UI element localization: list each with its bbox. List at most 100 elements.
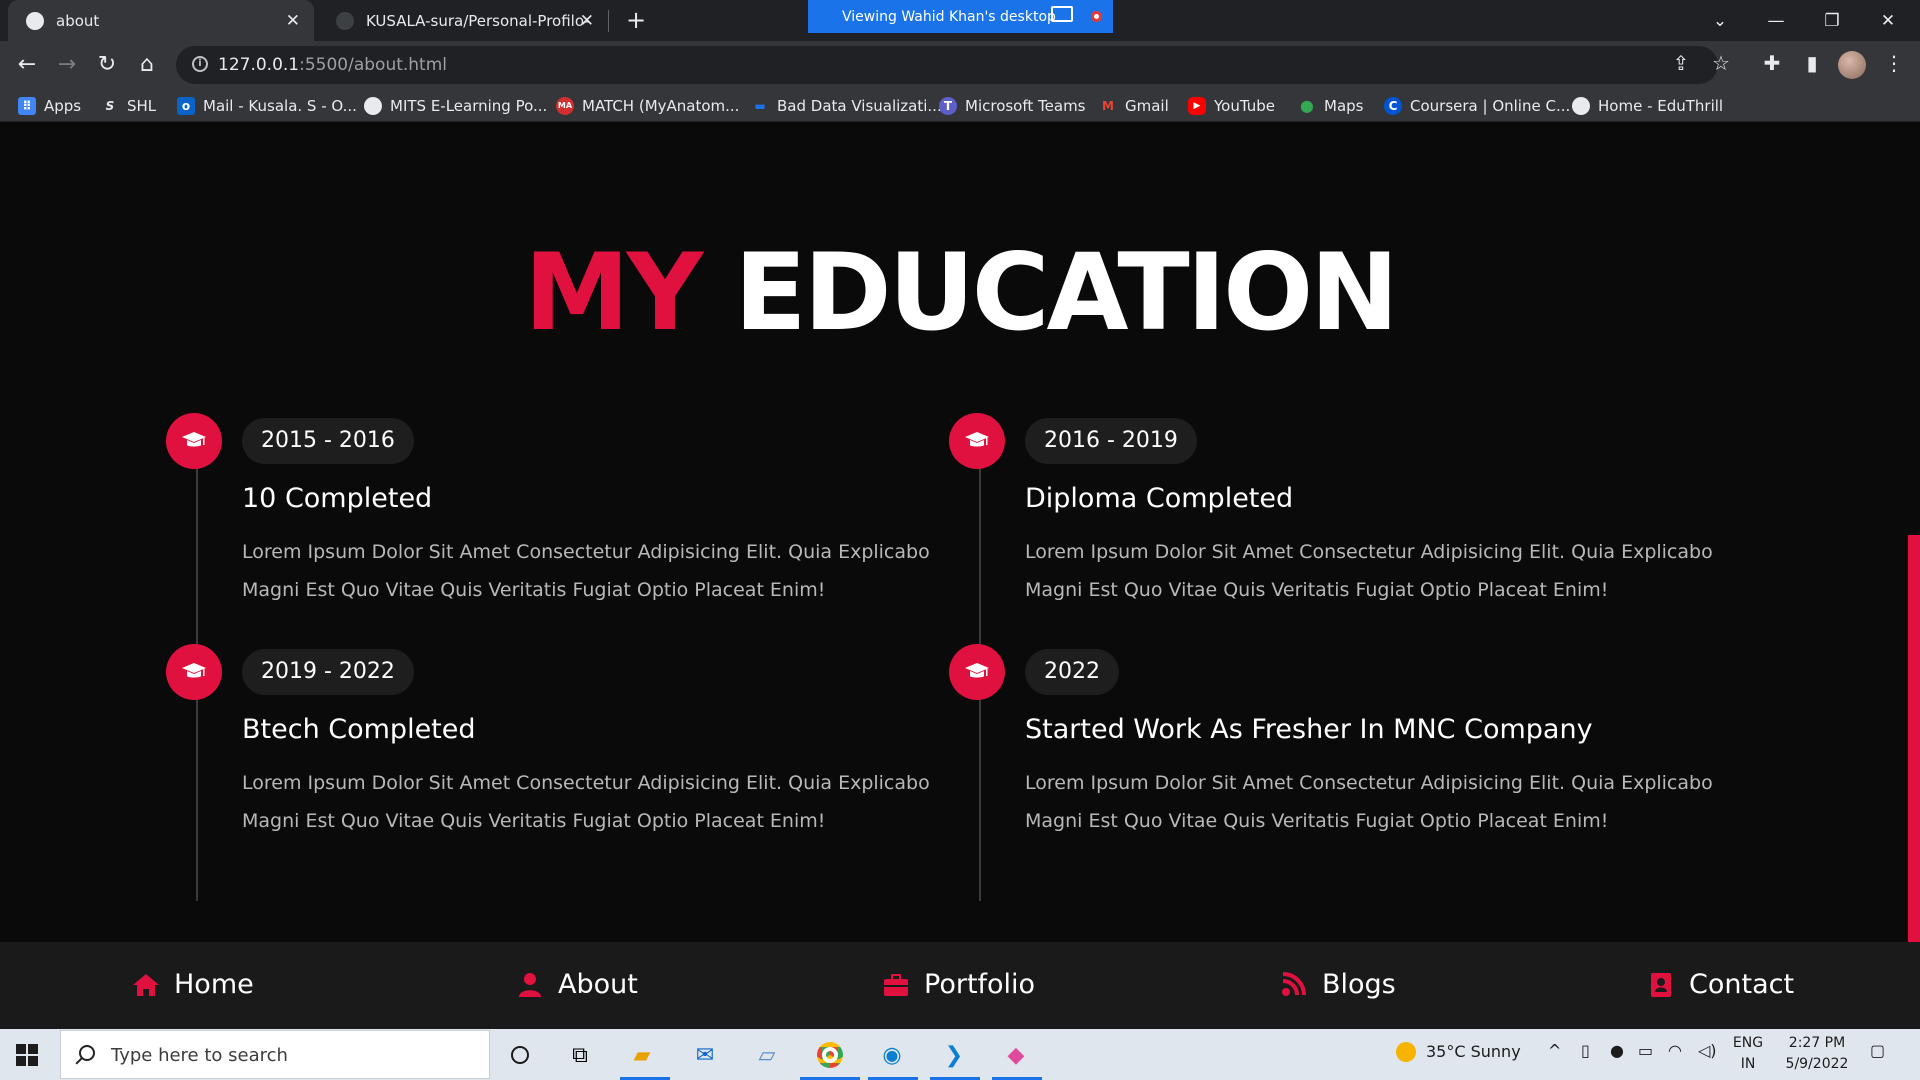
nav-blogs-link[interactable]: Blogs [1280,969,1396,1000]
nav-about-link[interactable]: About [516,969,638,1000]
cortana-icon[interactable] [498,1037,542,1073]
close-tab-icon[interactable]: ✕ [580,11,594,31]
chevron-up-icon[interactable]: ^ [1548,1041,1561,1060]
bookmark-eduthrill[interactable]: Home - EduThrill [1572,95,1723,117]
site-info-icon[interactable]: i [192,56,208,72]
volume-icon[interactable]: ◁) [1698,1041,1717,1060]
nav-contact-link[interactable]: Contact [1647,969,1794,1000]
file-explorer-icon[interactable]: ▰ [620,1037,664,1073]
bookmark-teams[interactable]: T Microsoft Teams [939,95,1086,117]
task-view-icon[interactable]: ⧉ [558,1037,602,1073]
close-window-button[interactable]: ✕ [1860,0,1916,41]
new-tab-button[interactable]: + [622,6,650,34]
tab-title: KUSALA-sura/Personal-Profilo-Fo [366,11,588,30]
education-item: 2015 - 2016 10 Completed Lorem Ipsum Dol… [166,413,930,644]
bookmarks-bar: ⠿ Apps S SHL o Mail - Kusala. S - O... MITS… [0,89,1920,122]
address-book-icon [1651,972,1671,997]
back-arrow-icon[interactable]: ← [13,51,41,79]
chrome-icon[interactable] [808,1037,852,1073]
extensions-puzzle-icon[interactable]: ✚ [1759,51,1785,75]
edge-icon[interactable]: ◉ [870,1037,914,1073]
bookmark-mail[interactable]: o Mail - Kusala. S - O... [177,95,357,117]
browser-toolbar: ← → ↻ ⌂ i 127.0.0.1:5500/about.html ⇪ ☆ … [0,41,1920,89]
blog-rss-icon [1282,971,1306,996]
bookmark-bad-data[interactable]: ▬ Bad Data Visualizati... [751,95,941,117]
sun-icon [1396,1041,1416,1062]
browser-tab-strip: about ✕ KUSALA-sura/Personal-Profilo-Fo … [0,0,1920,41]
bookmark-dash-icon: ▬ [754,99,766,113]
home-icon[interactable]: ⌂ [133,51,161,79]
youtube-icon: ▶ [1188,97,1206,115]
bookmark-shl[interactable]: S SHL [101,95,157,117]
search-placeholder: Type here to search [111,1045,288,1066]
screen-share-banner[interactable]: Viewing Wahid Khan's desktop [808,0,1113,33]
education-item: 2022 Started Work As Fresher In MNC Comp… [949,644,1713,875]
bookmark-coursera[interactable]: C Coursera | Online C... [1384,95,1570,117]
bookmark-star-icon[interactable]: ☆ [1708,51,1734,75]
education-column-left: 2015 - 2016 10 Completed Lorem Ipsum Dol… [166,413,930,901]
side-panel-icon[interactable]: ▮ [1799,51,1825,75]
tab-search-chevron-icon[interactable]: ⌄ [1692,0,1748,41]
eduthrill-icon [1572,97,1590,115]
user-icon [519,972,541,997]
education-description: Lorem Ipsum Dolor Sit Amet Consectetur A… [242,772,930,832]
forward-arrow-icon[interactable]: → [53,51,81,79]
tab-github[interactable]: KUSALA-sura/Personal-Profilo-Fo ✕ [318,0,608,41]
coursera-icon: C [1384,97,1402,115]
nav-home-link[interactable]: Home [132,969,254,1000]
battery-icon[interactable]: ▭ [1638,1041,1653,1060]
reload-icon[interactable]: ↻ [93,51,121,79]
graduation-cap-icon [166,413,222,469]
bookmark-youtube[interactable]: ▶ YouTube [1188,95,1275,117]
windows-start-icon[interactable] [16,1044,38,1066]
weather-widget[interactable]: 35°C Sunny [1396,1041,1521,1062]
minimize-button[interactable]: — [1748,0,1804,41]
share-banner-text: Viewing Wahid Khan's desktop [842,8,1056,25]
education-title: Started Work As Fresher In MNC Company [1025,714,1593,745]
share-icon[interactable]: ⇪ [1668,51,1694,75]
graduation-cap-icon [949,644,1005,700]
windows-taskbar: Type here to search ⧉ ▰ ✉ ▱ ◉ ❯ ◆ 35°C S… [0,1029,1920,1080]
footer-nav: Home About Portfolio Blogs Contact [0,942,1920,1029]
menu-kebab-icon[interactable]: ⋮ [1881,51,1907,75]
tab-separator [608,10,609,32]
bookmark-maps[interactable]: ⬤ Maps [1298,95,1363,117]
education-item: 2019 - 2022 Btech Completed Lorem Ipsum … [166,644,930,875]
match-icon: MA [556,97,574,115]
nav-portfolio-link[interactable]: Portfolio [882,969,1035,1000]
maps-icon: ⬤ [1300,99,1314,113]
github-icon [336,11,354,30]
education-item: 2016 - 2019 Diploma Completed Lorem Ipsu… [949,413,1713,644]
address-bar[interactable]: i 127.0.0.1:5500/about.html [176,46,1718,84]
bookmark-apps[interactable]: ⠿ Apps [18,95,81,117]
globe-icon [364,97,382,115]
laptop-app-icon[interactable]: ▱ [745,1037,789,1073]
tab-title: about [56,11,100,30]
bookmark-gmail[interactable]: M Gmail [1099,95,1169,117]
heading-main-word: EDUCATION [734,231,1399,354]
close-tab-icon[interactable]: ✕ [286,11,300,31]
shl-icon: S [105,99,115,113]
profile-avatar[interactable] [1838,51,1866,79]
vscode-icon[interactable]: ❯ [932,1037,976,1073]
page-title: MY EDUCATION [0,233,1920,353]
restore-button[interactable]: ❐ [1804,0,1860,41]
taskbar-search-input[interactable]: Type here to search [60,1030,490,1079]
wifi-icon[interactable]: ◠ [1668,1041,1682,1060]
year-badge: 2019 - 2022 [242,649,414,695]
taskbar-clock[interactable]: 2:27 PM 5/9/2022 [1772,1033,1862,1075]
tab-about[interactable]: about ✕ [8,0,314,41]
year-badge: 2022 [1025,649,1119,695]
gmail-icon: M [1102,99,1114,113]
bookmark-match[interactable]: MA MATCH (MyAnatom... [556,95,739,117]
microphone-icon[interactable]: ● [1610,1041,1624,1060]
device-icon[interactable]: ▯ [1581,1041,1590,1060]
url-text[interactable]: 127.0.0.1:5500/about.html [218,55,447,75]
year-badge: 2015 - 2016 [242,418,414,464]
language-indicator[interactable]: ENG IN [1728,1033,1768,1075]
mail-icon[interactable]: ✉ [683,1037,727,1073]
education-title: Diploma Completed [1025,483,1294,514]
notification-icon[interactable]: ▢ [1870,1041,1885,1060]
colorful-app-icon[interactable]: ◆ [994,1037,1038,1073]
bookmark-mits[interactable]: MITS E-Learning Po... [364,95,547,117]
